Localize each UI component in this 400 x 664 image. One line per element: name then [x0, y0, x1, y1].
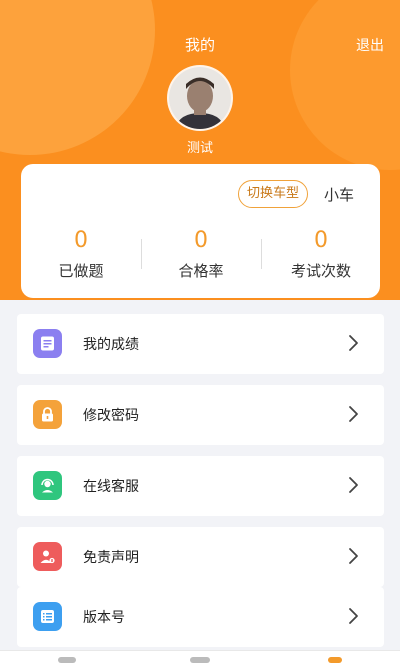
menu-item-disclaimer[interactable]: 免责声明 [17, 527, 384, 587]
stat-pass-rate[interactable]: 0 合格率 [141, 228, 261, 281]
car-type-label: 小车 [324, 186, 355, 204]
stat-exam-count[interactable]: 0 考试次数 [261, 228, 381, 281]
lock-icon [33, 400, 62, 429]
tab-icon[interactable] [58, 657, 76, 663]
stat-label: 合格率 [178, 262, 224, 280]
chevron-right-icon [349, 548, 358, 564]
decor-circle [0, 0, 155, 155]
menu-item-online-service[interactable]: 在线客服 [17, 456, 384, 516]
menu-item-version[interactable]: 版本号 [17, 587, 384, 647]
menu-label: 免责声明 [83, 550, 139, 566]
menu-label: 我的成绩 [83, 337, 139, 353]
logout-button[interactable]: 退出 [356, 35, 384, 55]
report-icon [33, 329, 62, 358]
stat-value: 0 [194, 228, 208, 253]
username: 测试 [186, 141, 213, 156]
stat-questions-done[interactable]: 0 已做题 [21, 228, 141, 281]
bottom-tab-bar [0, 650, 400, 664]
avatar-photo-icon [169, 67, 231, 129]
menu-item-my-scores[interactable]: 我的成绩 [17, 314, 384, 374]
chevron-right-icon [349, 335, 358, 351]
menu-label: 版本号 [83, 610, 125, 626]
tab-icon-active[interactable] [328, 657, 342, 663]
menu-label: 修改密码 [83, 408, 139, 424]
tab-icon[interactable] [190, 657, 210, 663]
user-disclaimer-icon [33, 542, 62, 571]
chevron-right-icon [349, 608, 358, 624]
avatar[interactable] [169, 67, 231, 129]
stat-value: 0 [314, 228, 328, 253]
stat-label: 考试次数 [290, 262, 351, 280]
stat-value: 0 [74, 228, 88, 253]
page-title: 我的 [184, 36, 215, 54]
stats-card: 切换车型 小车 0 已做题 0 合格率 0 考试次数 [21, 164, 380, 298]
version-list-icon [33, 602, 62, 631]
chevron-right-icon [349, 406, 358, 422]
stat-label: 已做题 [58, 262, 104, 280]
menu-item-change-password[interactable]: 修改密码 [17, 385, 384, 445]
switch-car-type-button[interactable]: 切换车型 [238, 180, 309, 208]
menu-label: 在线客服 [83, 479, 139, 495]
chevron-right-icon [349, 477, 358, 493]
customer-service-icon [33, 471, 62, 500]
